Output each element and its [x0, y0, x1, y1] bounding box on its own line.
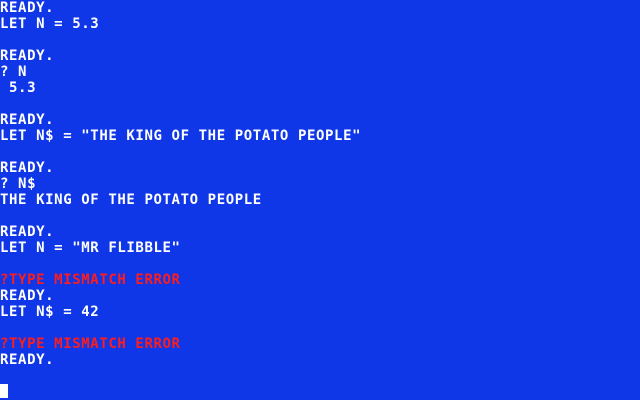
- terminal-line-input: LET N = "MR FLIBBLE": [0, 240, 181, 256]
- text-cursor[interactable]: [0, 384, 8, 398]
- terminal-line-input: LET N$ = "THE KING OF THE POTATO PEOPLE": [0, 128, 362, 144]
- terminal-line-input: LET N$ = 42: [0, 304, 100, 320]
- terminal-line-input: LET N = 5.3: [0, 16, 100, 32]
- terminal-line-input: ? N: [0, 64, 28, 80]
- terminal-line-error: ?TYPE MISMATCH ERROR: [0, 336, 181, 352]
- terminal-line-prompt: READY.: [0, 48, 55, 64]
- terminal-line-prompt: READY.: [0, 352, 55, 368]
- terminal-line-output: THE KING OF THE POTATO PEOPLE: [0, 192, 262, 208]
- terminal-line-prompt: READY.: [0, 224, 55, 240]
- terminal-line-output: 5.3: [0, 80, 37, 96]
- terminal-line-prompt: READY.: [0, 112, 55, 128]
- terminal-line-prompt: READY.: [0, 0, 55, 16]
- terminal-line-error: ?TYPE MISMATCH ERROR: [0, 272, 181, 288]
- basic-terminal-screen[interactable]: READY. LET N = 5.3 READY. ? N 5.3 READY.…: [0, 0, 640, 400]
- terminal-line-input: ? N$: [0, 176, 37, 192]
- terminal-line-prompt: READY.: [0, 160, 55, 176]
- terminal-line-prompt: READY.: [0, 288, 55, 304]
